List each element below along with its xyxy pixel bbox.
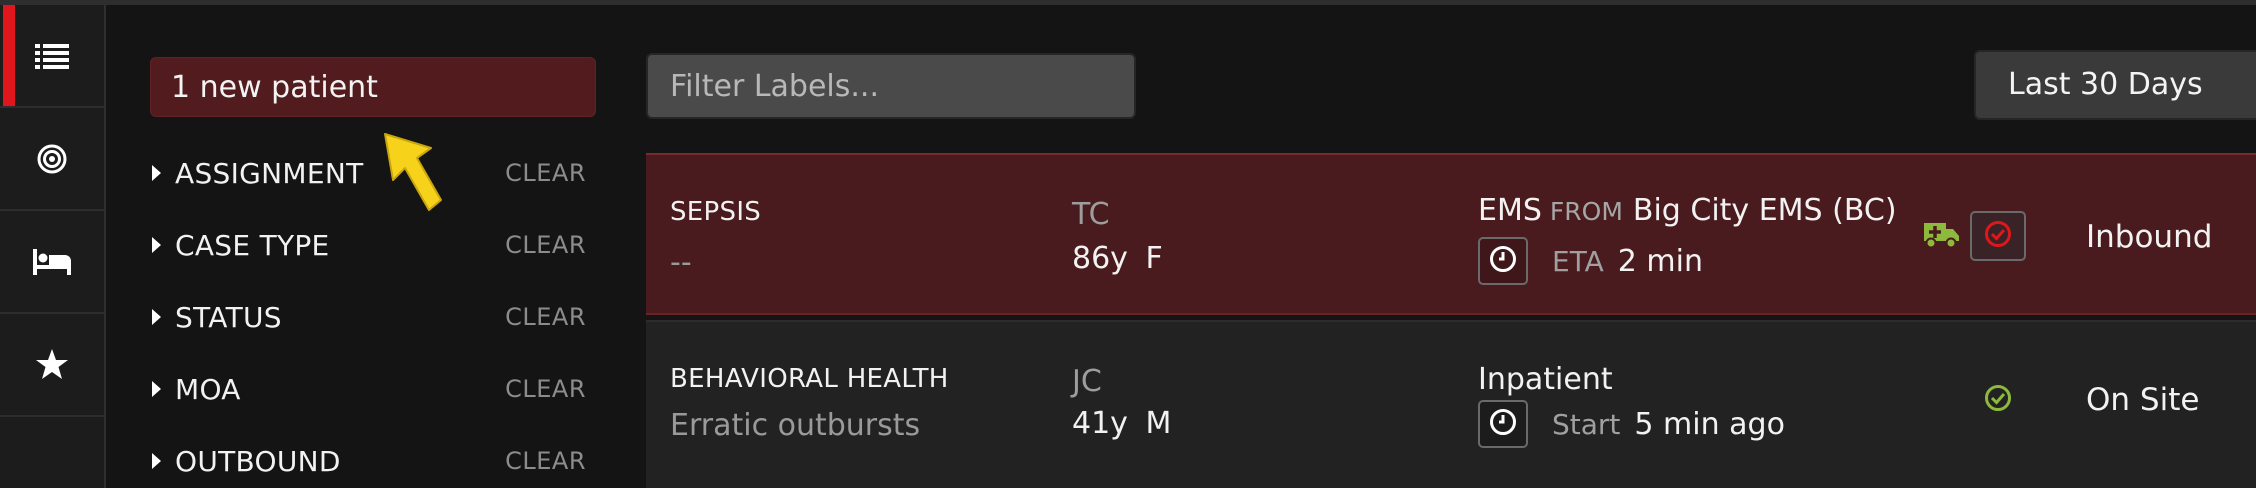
arrival-source: EMS FROM Big City EMS (BC) bbox=[1478, 193, 1897, 228]
check-circle-icon bbox=[1984, 220, 2012, 252]
clock-button[interactable] bbox=[1478, 400, 1528, 448]
patient-initials: TC bbox=[1072, 197, 1110, 232]
filter-group-label: STATUS bbox=[175, 300, 282, 334]
from-label: FROM bbox=[1549, 197, 1623, 226]
eta-value: 2 min bbox=[1617, 243, 1703, 279]
filter-group-assignment[interactable]: ASSIGNMENT CLEAR bbox=[150, 153, 586, 193]
clear-button[interactable]: CLEAR bbox=[505, 231, 586, 259]
start-label: Start bbox=[1552, 407, 1621, 441]
patient-sex: M bbox=[1145, 406, 1172, 441]
clear-button[interactable]: CLEAR bbox=[505, 159, 586, 187]
clear-button[interactable]: CLEAR bbox=[505, 303, 586, 331]
caret-right-icon bbox=[152, 237, 161, 253]
patient-row[interactable]: BEHAVIORAL HEALTH Erratic outbursts JC 4… bbox=[646, 320, 2256, 488]
patient-age-sex: 86y F bbox=[1072, 241, 1163, 276]
check-circle-icon[interactable] bbox=[1984, 384, 2012, 416]
filter-labels-input[interactable] bbox=[646, 53, 1136, 119]
bed-icon bbox=[33, 248, 71, 275]
patient-age: 86y bbox=[1072, 241, 1128, 276]
sidebar-item-favorites[interactable] bbox=[0, 314, 104, 417]
sidebar-item-target[interactable] bbox=[0, 108, 104, 211]
filter-group-moa[interactable]: MOA CLEAR bbox=[150, 369, 586, 409]
acknowledge-button[interactable] bbox=[1970, 211, 2026, 261]
star-icon bbox=[36, 349, 68, 380]
clear-button[interactable]: CLEAR bbox=[505, 375, 586, 403]
eta-label: ETA bbox=[1552, 244, 1604, 278]
patient-initials: JC bbox=[1072, 364, 1102, 399]
filter-group-outbound[interactable]: OUTBOUND CLEAR bbox=[150, 441, 586, 481]
new-patient-banner[interactable]: 1 new patient bbox=[150, 57, 596, 117]
start-group: Start 5 min ago bbox=[1478, 400, 1785, 448]
chief-complaint: -- bbox=[670, 245, 692, 280]
ambulance-icon bbox=[1922, 217, 1960, 253]
patient-status: On Site bbox=[2086, 382, 2200, 418]
patient-age: 41y bbox=[1072, 406, 1128, 441]
clock-button[interactable] bbox=[1478, 237, 1528, 285]
arrival-source: Inpatient bbox=[1478, 362, 1613, 397]
list-icon bbox=[35, 43, 69, 69]
sidebar-item-beds[interactable] bbox=[0, 211, 104, 314]
patient-status: Inbound bbox=[2086, 219, 2213, 255]
filter-group-case-type[interactable]: CASE TYPE CLEAR bbox=[150, 225, 586, 265]
clock-icon bbox=[1489, 408, 1517, 440]
date-range-button[interactable]: Last 30 Days bbox=[1974, 50, 2256, 120]
patient-sex: F bbox=[1145, 241, 1163, 276]
sidebar-item-list[interactable] bbox=[0, 5, 104, 108]
filter-group-label: CASE TYPE bbox=[175, 228, 330, 262]
patient-age-sex: 41y M bbox=[1072, 406, 1171, 441]
caret-right-icon bbox=[152, 381, 161, 397]
caret-right-icon bbox=[152, 165, 161, 181]
source-mode: EMS bbox=[1478, 193, 1542, 228]
filter-group-label: OUTBOUND bbox=[175, 444, 341, 478]
source-agency: Big City EMS (BC) bbox=[1632, 193, 1897, 228]
filter-group-label: ASSIGNMENT bbox=[175, 156, 364, 190]
caret-right-icon bbox=[152, 453, 161, 469]
clear-button[interactable]: CLEAR bbox=[505, 447, 586, 475]
sidebar-rail bbox=[0, 5, 106, 488]
case-type: BEHAVIORAL HEALTH bbox=[670, 364, 949, 394]
target-icon bbox=[37, 144, 67, 174]
filter-group-status[interactable]: STATUS CLEAR bbox=[150, 297, 586, 337]
caret-right-icon bbox=[152, 309, 161, 325]
patient-row[interactable]: SEPSIS -- TC 86y F EMS FROM Big City EMS (… bbox=[646, 153, 2256, 315]
eta-group: ETA 2 min bbox=[1478, 237, 1703, 285]
case-type: SEPSIS bbox=[670, 197, 762, 227]
start-value: 5 min ago bbox=[1634, 406, 1785, 442]
chief-complaint: Erratic outbursts bbox=[670, 408, 921, 443]
filter-group-label: MOA bbox=[175, 372, 241, 406]
clock-icon bbox=[1489, 245, 1517, 277]
